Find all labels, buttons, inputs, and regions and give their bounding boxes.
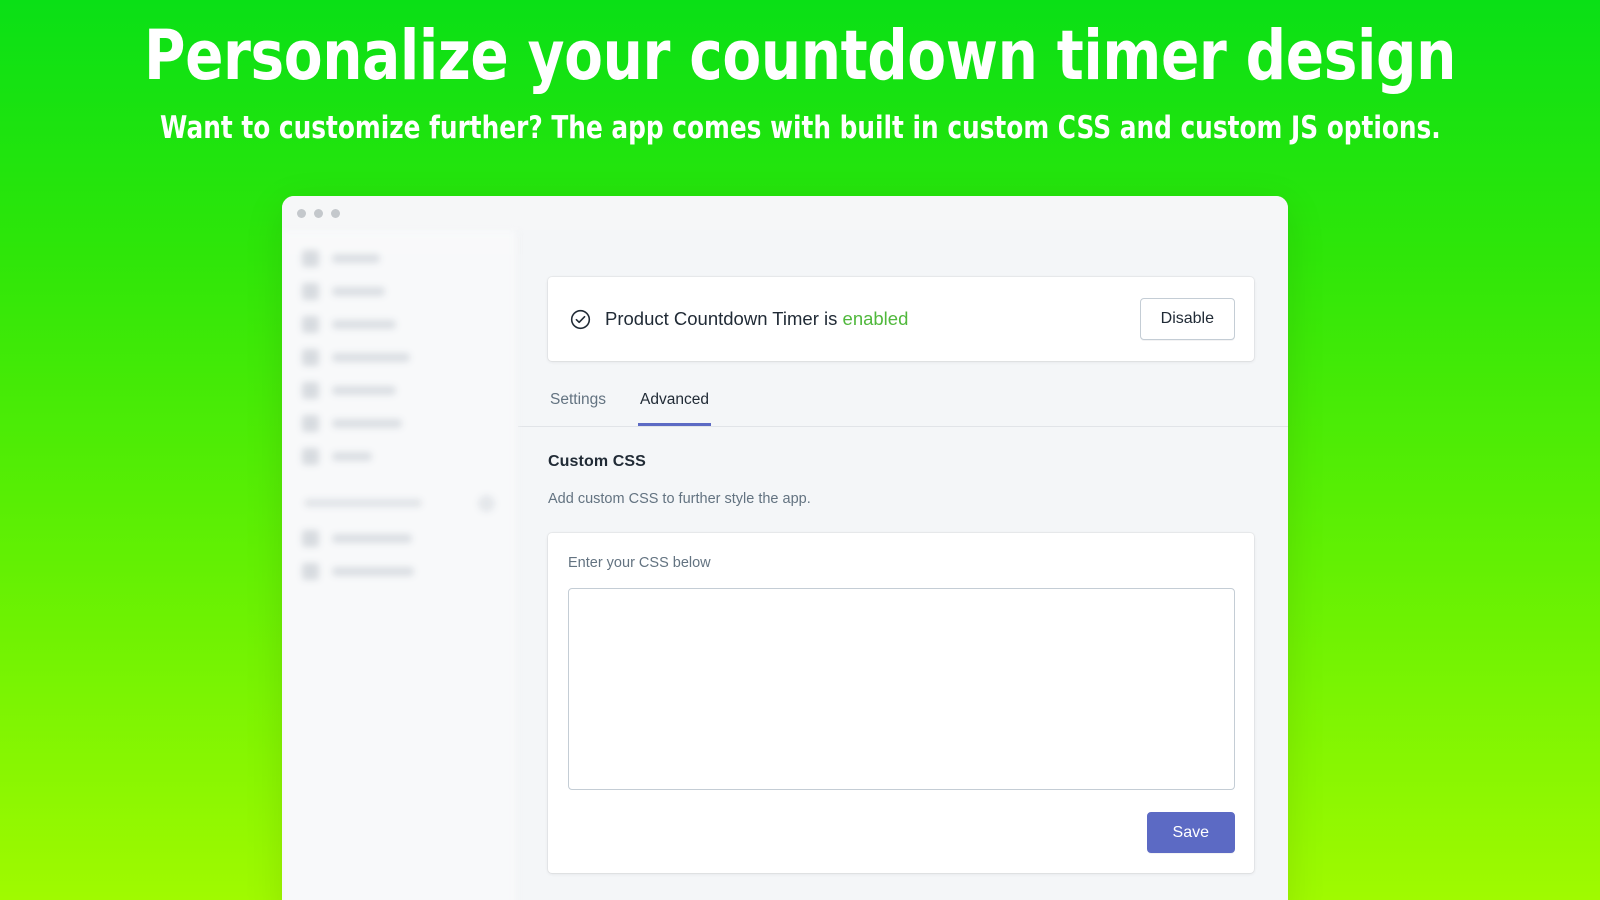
main-content: Product Countdown Timer is enabled Disab… <box>518 230 1288 900</box>
discounts-icon <box>302 414 319 432</box>
plus-circle-icon[interactable] <box>478 494 495 512</box>
sidebar-item-label: Orders <box>332 286 385 296</box>
custom-css-description: Add custom CSS to further style the app. <box>548 491 811 507</box>
sidebar: Home Orders Products Customers Analytics <box>282 230 518 900</box>
tab-advanced[interactable]: Advanced <box>638 387 711 426</box>
products-icon <box>302 315 319 333</box>
sidebar-section-label: SALES CHANNELS <box>304 499 422 507</box>
sidebar-item-label: Products <box>332 319 396 329</box>
status-banner-left: Product Countdown Timer is enabled <box>570 308 1140 330</box>
sidebar-item-label: Apps <box>332 451 372 461</box>
custom-css-actions: Save <box>568 812 1235 854</box>
customers-icon <box>302 348 319 366</box>
window-titlebar <box>282 196 1288 230</box>
orders-icon <box>302 282 319 300</box>
circle-check-icon <box>570 309 591 329</box>
custom-css-title: Custom CSS <box>548 453 646 470</box>
css-field-label: Enter your CSS below <box>568 555 711 571</box>
sidebar-item-discounts[interactable]: Discounts <box>290 407 509 439</box>
app-window: Home Orders Products Customers Analytics <box>282 196 1288 900</box>
window-body: Home Orders Products Customers Analytics <box>282 230 1288 900</box>
maximize-dot-icon[interactable] <box>331 208 340 218</box>
promo-banner: Personalize your countdown timer design … <box>0 0 1600 900</box>
disable-button[interactable]: Disable <box>1139 298 1235 340</box>
status-badge: enabled <box>842 308 909 329</box>
sidebar-item-label: Home <box>332 253 380 263</box>
promo-title: Personalize your countdown timer design <box>144 16 1456 96</box>
sidebar-item-products[interactable]: Products <box>290 308 509 340</box>
point-of-sale-icon <box>302 562 319 580</box>
apps-icon <box>302 447 319 465</box>
status-banner: Product Countdown Timer is enabled Disab… <box>548 277 1254 361</box>
custom-css-section: Custom CSS Add custom CSS to further sty… <box>548 427 1254 874</box>
home-icon <box>302 249 319 267</box>
sidebar-section-sales-channels: SALES CHANNELS <box>290 488 509 518</box>
sidebar-item-home[interactable]: Home <box>290 242 509 274</box>
close-dot-icon[interactable] <box>297 208 306 218</box>
custom-css-card: Enter your CSS below Save <box>548 533 1254 874</box>
headline-block: Personalize your countdown timer design … <box>0 0 1600 144</box>
sidebar-item-label: Customers <box>332 352 410 362</box>
sidebar-item-orders[interactable]: Orders <box>290 275 509 307</box>
sidebar-item-label: Discounts <box>332 418 402 428</box>
analytics-icon <box>302 381 319 399</box>
sidebar-item-analytics[interactable]: Analytics <box>290 374 509 406</box>
custom-javascript-section: Custom Javascript Add custom Javascript … <box>548 873 1254 900</box>
online-store-icon <box>302 529 319 547</box>
sidebar-item-label: Online store <box>332 533 412 543</box>
tab-settings[interactable]: Settings <box>548 387 608 426</box>
sidebar-item-point-of-sale[interactable]: Point of sale <box>290 555 509 587</box>
status-banner-text: Product Countdown Timer is enabled <box>605 308 908 330</box>
save-button[interactable]: Save <box>1146 812 1235 854</box>
tab-bar: Settings Advanced <box>518 387 1288 427</box>
sidebar-item-customers[interactable]: Customers <box>290 341 509 373</box>
minimize-dot-icon[interactable] <box>314 208 323 218</box>
promo-subtitle: Want to customize further? The app comes… <box>160 110 1441 146</box>
sidebar-item-online-store[interactable]: Online store <box>290 522 509 554</box>
css-textarea[interactable] <box>568 588 1235 790</box>
status-banner-prefix: Product Countdown Timer is <box>605 308 843 329</box>
sidebar-item-apps[interactable]: Apps <box>290 440 509 472</box>
sidebar-item-label: Analytics <box>332 385 396 395</box>
sidebar-item-label: Point of sale <box>332 566 414 576</box>
